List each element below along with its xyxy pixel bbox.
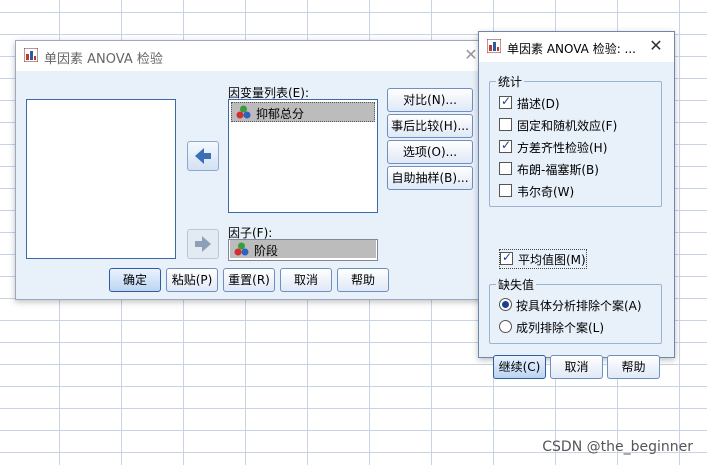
radio-label: 成列排除个案(L): [516, 321, 605, 335]
options-dialog: 单因素 ANOVA 检验: ... ✕ 统计 ✓ 描述(D) 固定和随机效应(F…: [478, 31, 675, 379]
check-icon: ✓: [501, 138, 512, 152]
checkbox-label: 平均值图(M): [518, 253, 586, 267]
scale-variable-icon: [236, 105, 251, 119]
radio-circle: [499, 320, 512, 333]
checkbox-label: 方差齐性检验(H): [517, 141, 608, 155]
anova-dialog-titlebar[interactable]: 单因素 ANOVA 检验 ✕: [16, 41, 489, 71]
checkbox-box: ✓: [499, 138, 512, 153]
radio-label: 按具体分析排除个案(A): [516, 299, 642, 313]
continue-button[interactable]: 继续(C): [493, 355, 546, 379]
spss-dialog-icon: [24, 48, 38, 62]
reset-button[interactable]: 重置(R): [223, 268, 275, 292]
spss-dialog-icon: [487, 39, 501, 53]
nominal-variable-icon: [234, 242, 249, 256]
anova-dialog-body: 因变量列表(E): 抑郁总分 因子(F): 阶段 对比(N)... 事后比较(H…: [16, 71, 489, 299]
source-variable-list[interactable]: [26, 99, 176, 259]
radio-circle: [499, 298, 512, 311]
checkbox-label: 描述(D): [517, 97, 560, 111]
close-icon[interactable]: ✕: [646, 36, 666, 56]
checkbox-label: 固定和随机效应(F): [517, 119, 618, 133]
ok-button[interactable]: 确定: [109, 268, 161, 292]
statistics-group: 统计 ✓ 描述(D) 固定和随机效应(F) ✓ 方差齐性检验(H) 布朗-福塞斯…: [489, 73, 662, 207]
statistics-group-title: 统计: [496, 73, 525, 90]
anova-dialog: 单因素 ANOVA 检验 ✕ 因变量列表(E): 抑郁总分 因子(F): 阶段 …: [15, 40, 490, 300]
check-icon: ✓: [502, 250, 513, 264]
paste-button[interactable]: 粘贴(P): [166, 268, 218, 292]
watermark: CSDN @the_beginner: [542, 439, 693, 455]
checkbox-label: 布朗-福塞斯(B): [517, 163, 599, 177]
factor-field[interactable]: 阶段: [228, 239, 378, 261]
options-dialog-title: 单因素 ANOVA 检验: ...: [507, 42, 637, 56]
help-button[interactable]: 帮助: [337, 268, 389, 292]
options-button[interactable]: 选项(O)...: [387, 140, 473, 164]
arrow-left-icon: [195, 148, 211, 164]
means-plot-checkbox[interactable]: ✓ 平均值图(M): [499, 249, 587, 269]
move-to-dependent-button[interactable]: [187, 141, 219, 171]
post-hoc-button[interactable]: 事后比较(H)...: [387, 114, 473, 138]
options-dialog-body: 统计 ✓ 描述(D) 固定和随机效应(F) ✓ 方差齐性检验(H) 布朗-福塞斯…: [479, 62, 674, 379]
contrasts-button[interactable]: 对比(N)...: [387, 88, 473, 112]
checkbox-box: [499, 118, 512, 131]
dependent-item[interactable]: 抑郁总分: [231, 102, 375, 122]
missing-values-group-title: 缺失值: [496, 276, 537, 293]
anova-dialog-title: 单因素 ANOVA 检验: [44, 52, 163, 67]
factor-item-label: 阶段: [254, 244, 279, 258]
checkbox-label: 韦尔奇(W): [517, 185, 575, 199]
checkbox-box: [499, 162, 512, 175]
options-dialog-titlebar[interactable]: 单因素 ANOVA 检验: ... ✕: [479, 32, 674, 62]
help-button[interactable]: 帮助: [607, 355, 660, 379]
missing-values-group: 缺失值 按具体分析排除个案(A) 成列排除个案(L): [489, 276, 662, 344]
move-to-factor-button[interactable]: [187, 229, 219, 259]
factor-item[interactable]: 阶段: [230, 240, 376, 258]
cancel-button[interactable]: 取消: [550, 355, 603, 379]
dependent-item-label: 抑郁总分: [256, 107, 305, 121]
dependent-list[interactable]: 抑郁总分: [228, 99, 378, 213]
checkbox-box: ✓: [500, 250, 513, 265]
checkbox-box: ✓: [499, 94, 512, 109]
cancel-button[interactable]: 取消: [280, 268, 332, 292]
radio-selected-dot: [502, 301, 509, 308]
bootstrap-button[interactable]: 自助抽样(B)...: [387, 166, 473, 190]
check-icon: ✓: [501, 94, 512, 108]
arrow-right-icon: [195, 236, 211, 252]
checkbox-box: [499, 184, 512, 197]
